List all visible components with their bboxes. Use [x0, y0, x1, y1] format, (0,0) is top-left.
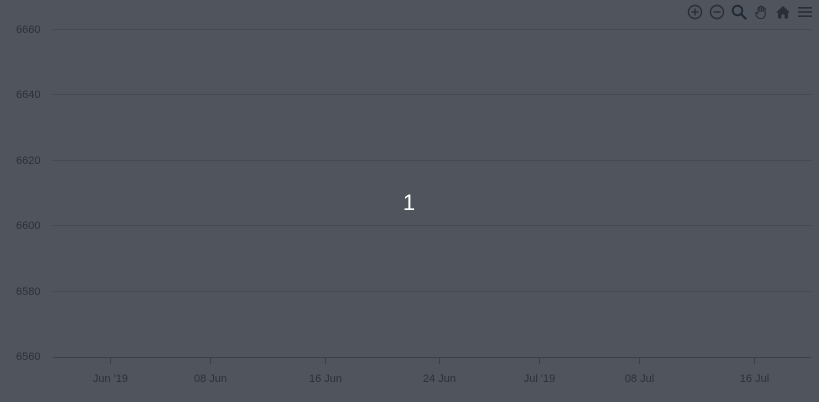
reset-zoom-button[interactable]: [773, 2, 793, 22]
y-tick-label: 6660: [16, 24, 40, 36]
zoom-in-button[interactable]: [685, 2, 705, 22]
pan-button[interactable]: [751, 2, 771, 22]
zoom-in-icon: [687, 4, 703, 20]
center-label: 1: [403, 190, 415, 215]
menu-icon: [798, 7, 812, 17]
y-tick-label: 6640: [16, 89, 40, 101]
pan-icon: [755, 5, 766, 20]
x-tick-label: 08 Jun: [194, 373, 227, 385]
x-axis: [53, 357, 811, 364]
chart-container: 6560 6580 6600 6620 6640 6660 Jun '19 08 Jun 16…: [0, 0, 819, 402]
x-tick-label: 16 Jul: [740, 373, 769, 385]
selection-zoom-button[interactable]: [729, 2, 749, 22]
home-icon: [776, 6, 790, 19]
y-tick-label: 6560: [16, 351, 40, 363]
x-tick-label: 24 Jun: [423, 373, 456, 385]
chart-toolbar: [685, 2, 815, 22]
x-axis-labels: Jun '19 08 Jun 16 Jun 24 Jun Jul '19 08 Jul 16…: [93, 373, 769, 385]
x-tick-label: Jul '19: [524, 373, 555, 385]
x-tick-label: 16 Jun: [309, 373, 342, 385]
y-axis-labels: 6560 6580 6600 6620 6640 6660: [16, 24, 40, 363]
menu-button[interactable]: [795, 2, 815, 22]
y-tick-label: 6600: [16, 220, 40, 232]
y-tick-label: 6580: [16, 286, 40, 298]
selection-zoom-icon: [731, 4, 747, 20]
grid-lines: [53, 29, 811, 292]
zoom-out-button[interactable]: [707, 2, 727, 22]
chart-svg: 656065806600662066406660 Jun '19 08 Jun 16…: [16, 24, 811, 385]
x-tick-label: 08 Jul: [625, 373, 654, 385]
y-tick-label: 6620: [16, 155, 40, 167]
x-tick-label: Jun '19: [93, 373, 128, 385]
zoom-out-icon: [709, 4, 725, 20]
